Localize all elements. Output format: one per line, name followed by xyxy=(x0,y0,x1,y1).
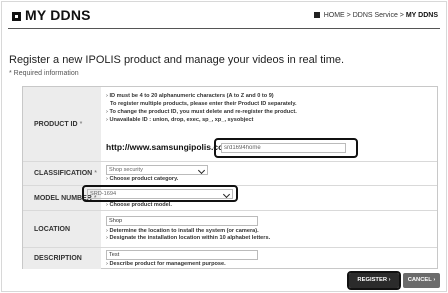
classification-label: CLASSIFICATION * xyxy=(23,162,101,185)
location-note-2: › Designate the installation location wi… xyxy=(106,235,271,241)
intro-headline: Register a new IPOLIS product and manage… xyxy=(9,54,345,66)
ddns-logo-icon xyxy=(12,12,21,21)
product-id-note-1: › ID must be 4 to 20 alphanumeric charac… xyxy=(106,93,274,99)
chevron-down-icon xyxy=(197,166,206,175)
classification-row: CLASSIFICATION * Shop security › Choose p… xyxy=(23,162,437,186)
breadcrumb-separator: > xyxy=(346,12,351,19)
product-id-note-4: › Unavailable ID : union, drop, exec, sp… xyxy=(106,117,254,123)
product-id-label: PRODUCT ID * xyxy=(23,87,101,161)
description-label: DESCRIPTION xyxy=(23,248,101,269)
home-icon xyxy=(313,12,320,18)
location-label: LOCATION xyxy=(23,211,101,247)
product-id-highlight xyxy=(214,138,358,158)
required-note: * Required information xyxy=(9,70,79,77)
product-id-input[interactable] xyxy=(221,143,346,153)
breadcrumb-current: MY DDNS xyxy=(405,12,438,19)
description-row: DESCRIPTION Test › Describe product for … xyxy=(23,248,437,269)
description-note: › Describe product for management purpos… xyxy=(106,261,226,267)
registration-form: PRODUCT ID * › ID must be 4 to 20 alphanu… xyxy=(22,86,438,269)
model-number-note: › Choose product model. xyxy=(106,202,172,208)
product-id-note-2: To register multiple products, please en… xyxy=(110,101,297,107)
header-divider xyxy=(8,28,440,29)
location-row: LOCATION Shop › Determine the location t… xyxy=(23,211,437,248)
header: MY DDNS HOME > DDNS Service > MY DDNS xyxy=(8,6,440,26)
arrow-right-icon: › xyxy=(388,277,391,283)
register-button[interactable]: REGISTER › xyxy=(349,273,399,288)
breadcrumb-ddns-service[interactable]: DDNS Service xyxy=(353,12,398,19)
location-input[interactable]: Shop xyxy=(106,216,258,226)
classification-select[interactable]: Shop security xyxy=(106,165,208,175)
description-input[interactable]: Test xyxy=(106,250,258,260)
classification-note: › Choose product category. xyxy=(106,176,179,182)
page-title: MY DDNS xyxy=(25,7,91,23)
breadcrumb-home[interactable]: HOME xyxy=(324,12,345,19)
arrow-right-icon: › xyxy=(433,277,436,283)
breadcrumb-separator: > xyxy=(399,12,404,19)
cancel-button[interactable]: CANCEL › xyxy=(403,273,440,288)
location-note-1: › Determine the location to install the … xyxy=(106,228,259,234)
product-id-note-3: › To change the product ID, you must del… xyxy=(106,109,297,115)
model-number-select[interactable]: SRD-1694 xyxy=(87,189,233,199)
chevron-down-icon xyxy=(222,190,231,199)
model-number-highlight: SRD-1694 xyxy=(82,185,238,202)
breadcrumb: HOME > DDNS Service > MY DDNS xyxy=(313,12,438,19)
